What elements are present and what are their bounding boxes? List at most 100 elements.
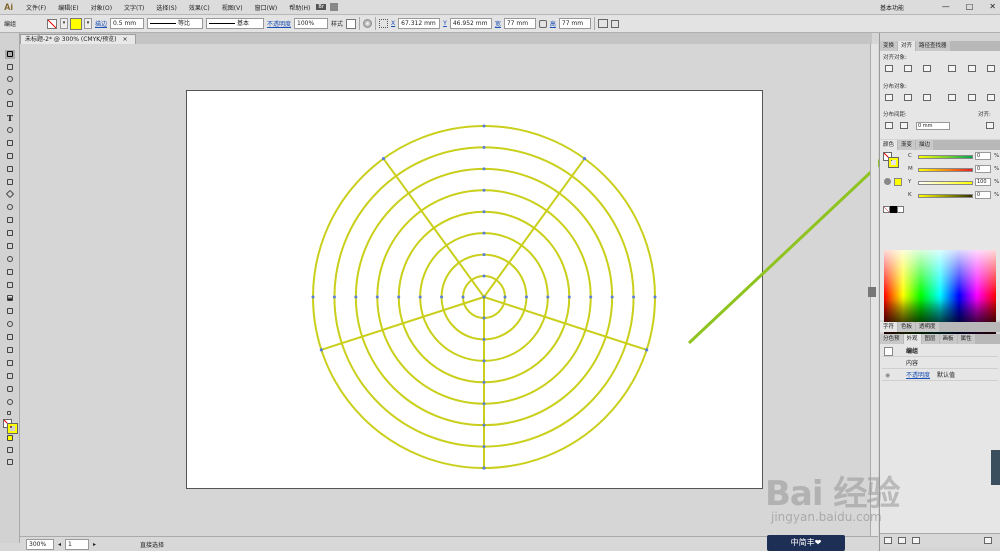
align-hcenter-icon[interactable]	[904, 65, 912, 72]
anchor-point	[311, 295, 315, 299]
anchor-point	[375, 295, 379, 299]
anchor-point	[589, 295, 593, 299]
prev-artboard-icon[interactable]: ◂	[58, 541, 61, 548]
dist-hcenter-icon[interactable]	[968, 94, 976, 101]
anchor-point	[567, 295, 571, 299]
appearance-group-row[interactable]: 编组	[882, 346, 998, 357]
tab-character[interactable]: 字符	[880, 322, 898, 332]
tab-artboards[interactable]: 画板	[939, 334, 957, 344]
delete-item-icon[interactable]	[984, 537, 992, 544]
cyan-value[interactable]: 0	[975, 152, 991, 160]
align-top-icon[interactable]	[948, 65, 956, 72]
anchor-point	[482, 337, 486, 341]
dist-right-icon[interactable]	[987, 94, 995, 101]
anchor-point	[546, 295, 550, 299]
tab-appearance[interactable]: 外观	[903, 334, 921, 344]
anchor-point	[482, 231, 486, 235]
black-label: K	[908, 192, 912, 198]
anchor-point	[582, 157, 587, 161]
appearance-contents-row[interactable]: 内容	[882, 358, 998, 369]
cyan-label: C	[908, 153, 912, 159]
group-thumbnail	[884, 347, 893, 356]
visibility-eye-icon[interactable]: ◉	[885, 370, 890, 381]
tab-swatches[interactable]: 色板	[898, 322, 916, 332]
polar-grid-dividers	[321, 158, 647, 468]
spacing-field[interactable]: 0 mm	[916, 122, 950, 130]
annotation-arrow-line	[687, 153, 891, 345]
artboard-number-field[interactable]: 1	[65, 538, 90, 550]
panel-collapse-handle[interactable]	[868, 287, 876, 297]
black-slider[interactable]	[918, 194, 973, 198]
anchor-point	[418, 295, 422, 299]
out-of-gamut-icon[interactable]	[884, 178, 891, 185]
tab-layers[interactable]: 图层	[921, 334, 939, 344]
tab-stroke[interactable]: 描边	[916, 140, 934, 150]
cyan-slider[interactable]	[918, 155, 973, 159]
anchor-point	[482, 380, 486, 384]
opacity-default-label: 默认值	[937, 372, 956, 379]
zoom-level-field[interactable]: 300%	[26, 538, 54, 550]
color-fill-stroke-icon[interactable]	[883, 152, 899, 168]
dist-space-v-icon[interactable]	[885, 122, 893, 129]
align-right-icon[interactable]	[923, 65, 931, 72]
anchor-point	[610, 295, 614, 299]
opacity-link-label[interactable]: 不透明度	[906, 370, 930, 381]
anchor-point	[482, 188, 486, 192]
tab-separations[interactable]: 分色预	[880, 334, 903, 344]
current-tool-label: 直接选择	[140, 541, 165, 549]
tab-transform[interactable]: 变换	[880, 41, 898, 51]
watermark-url: jingyan.baidu.com	[771, 510, 882, 524]
contents-label: 内容	[906, 360, 919, 367]
align-left-icon[interactable]	[885, 65, 893, 72]
color-panel-tabs: 颜色 渐变 描边	[880, 140, 1000, 150]
anchor-point	[332, 295, 336, 299]
align-objects-label: 对齐对象:	[883, 55, 907, 61]
dist-left-icon[interactable]	[948, 94, 956, 101]
align-to-selection-icon[interactable]	[986, 122, 994, 129]
tab-transparency[interactable]: 透明度	[916, 322, 939, 332]
magenta-value[interactable]: 0	[975, 165, 991, 173]
watermark-brand: Bai 经验	[765, 474, 900, 514]
dist-top-icon[interactable]	[885, 94, 893, 101]
appearance-opacity-row[interactable]: ◉ 不透明度 默认值	[882, 370, 998, 381]
anchor-point	[482, 210, 486, 214]
yellow-slider[interactable]	[918, 181, 973, 185]
dist-space-h-icon[interactable]	[900, 122, 908, 129]
anchor-point	[503, 295, 507, 299]
align-panel-tabs: 变换 对齐 路径查找器	[880, 41, 1000, 51]
group-label: 编组	[906, 348, 919, 355]
align-panel: 对齐对象: 分布对象: 分布间距: 对齐: 0 mm	[880, 51, 1000, 139]
watermark-badge: 中简丰❤	[767, 535, 845, 551]
anchor-point	[461, 295, 465, 299]
anchor-point	[482, 124, 486, 128]
current-color-swatch[interactable]	[894, 178, 902, 186]
none-white-black-swatches[interactable]	[883, 206, 905, 213]
yellow-label: Y	[908, 179, 912, 185]
tab-attributes[interactable]: 属性	[957, 334, 975, 344]
tab-gradient[interactable]: 渐变	[898, 140, 916, 150]
character-panel-tabs: 字符 色板 透明度	[880, 322, 1000, 332]
dist-vcenter-icon[interactable]	[904, 94, 912, 101]
dist-bottom-icon[interactable]	[923, 94, 931, 101]
anchor-point	[381, 157, 386, 161]
align-vcenter-icon[interactable]	[968, 65, 976, 72]
anchor-point	[482, 295, 486, 299]
yellow-value[interactable]: 100	[975, 178, 991, 186]
align-bottom-icon[interactable]	[987, 65, 995, 72]
tab-color[interactable]: 颜色	[880, 140, 898, 150]
anchor-point	[482, 423, 486, 427]
anchor-point	[482, 402, 486, 406]
tab-align[interactable]: 对齐	[898, 41, 916, 51]
tab-pathfinder[interactable]: 路径查找器	[916, 41, 950, 51]
anchor-point	[482, 445, 486, 449]
black-value[interactable]: 0	[975, 191, 991, 199]
anchor-point	[482, 145, 486, 149]
magenta-label: M	[908, 166, 913, 172]
distribute-spacing-label: 分布间距:	[883, 112, 907, 118]
status-bar: 300% ◂ 1 ▸ 直接选择	[20, 536, 878, 551]
grid-divider	[483, 296, 647, 351]
magenta-slider[interactable]	[918, 168, 973, 172]
anchor-point	[482, 167, 486, 171]
distribute-objects-label: 分布对象:	[883, 84, 907, 90]
next-artboard-icon[interactable]: ▸	[93, 541, 96, 548]
